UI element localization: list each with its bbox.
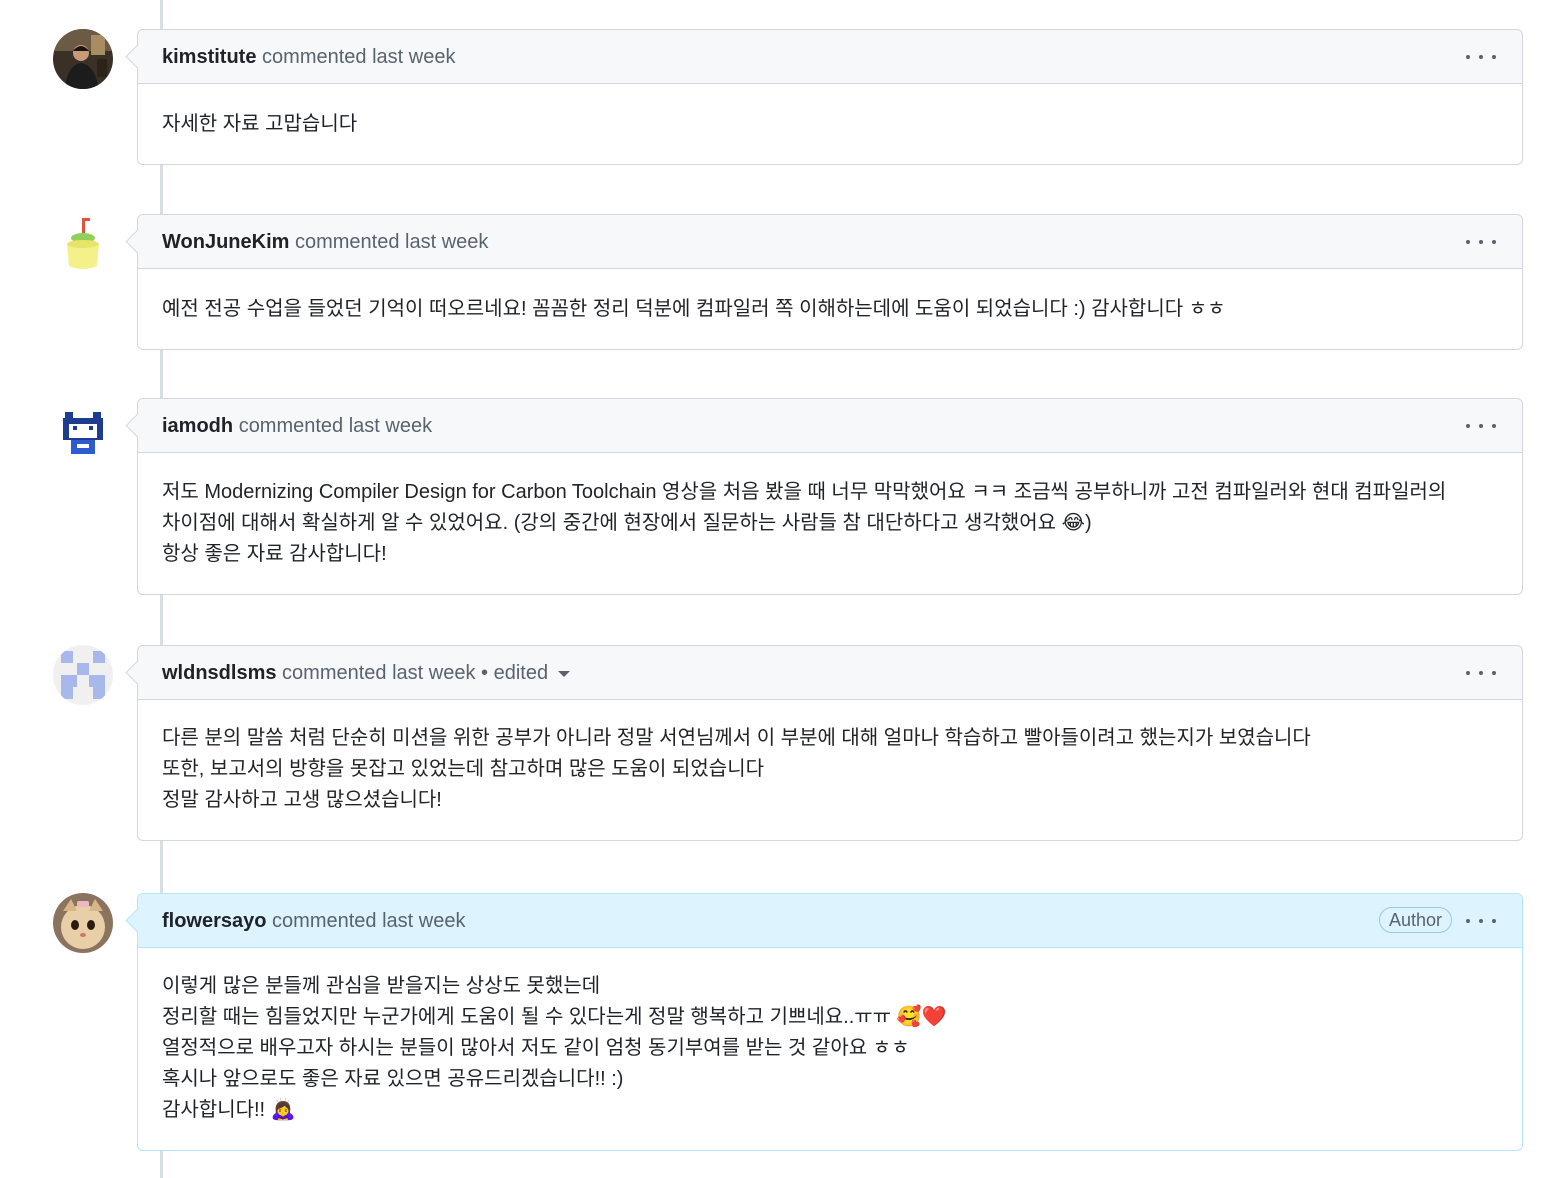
comment-header: iamodh commented last week xyxy=(125,399,1522,453)
comment-text-line: 다른 분의 말씀 처럼 단순히 미션을 위한 공부가 아니라 정말 서연님께서 … xyxy=(162,727,1311,749)
comment-header-text: flowersayo commented last week xyxy=(162,894,465,948)
comment-text-line: 차이점에 대해서 확실하게 알 수 있었어요. (강의 중간에 현장에서 질문하… xyxy=(162,512,1092,534)
comment-pointer xyxy=(125,660,150,685)
comment-text-line: 항상 좋은 자료 감사합니다! xyxy=(162,543,387,565)
chevron-down-icon[interactable] xyxy=(558,670,571,677)
comment-timestamp[interactable]: commented last week xyxy=(295,231,488,253)
comment-text-line: 자세한 자료 고맙습니다 xyxy=(162,113,358,135)
cat-photo-avatar-icon[interactable] xyxy=(53,893,113,953)
more-options-icon[interactable] xyxy=(1466,413,1496,439)
comment-body: 자세한 자료 고맙습니다 xyxy=(138,84,1522,164)
comment-body: 예전 전공 수업을 들었던 기억이 떠오르네요! 꼼꼼한 정리 덕분에 컴파일러… xyxy=(138,269,1522,349)
comment-header-text: wldnsdlsms commented last week • edited xyxy=(162,646,571,700)
comment-header: flowersayo commented last week Author xyxy=(125,894,1522,948)
edited-dropdown[interactable]: • edited xyxy=(481,662,548,684)
pixel-cat-avatar-icon[interactable] xyxy=(53,398,113,458)
comment-text-line: 예전 전공 수업을 들었던 기억이 떠오르네요! 꼼꼼한 정리 덕분에 컴파일러… xyxy=(162,298,1226,320)
comment-pointer xyxy=(125,44,150,69)
comment-timeline: kimstitute commented last week 자세한 자료 고맙… xyxy=(0,0,1546,1178)
melon-drink-avatar-icon[interactable] xyxy=(53,214,113,274)
comment-box: flowersayo commented last week Author 이렇… xyxy=(125,893,1523,1151)
comment-box: WonJuneKim commented last week 예전 전공 수업을… xyxy=(125,214,1523,350)
comment-box: iamodh commented last week 저도 Modernizin… xyxy=(125,398,1523,595)
more-options-icon[interactable] xyxy=(1466,44,1496,70)
comment-text-line: 저도 Modernizing Compiler Design for Carbo… xyxy=(162,481,1447,503)
comment-header-text: WonJuneKim commented last week xyxy=(162,215,488,269)
author-link[interactable]: iamodh xyxy=(162,415,233,437)
comment-text-line: 또한, 보고서의 방향을 못잡고 있었는데 참고하며 많은 도움이 되었습니다 xyxy=(162,758,765,780)
author-link[interactable]: WonJuneKim xyxy=(162,231,289,253)
comment-header: WonJuneKim commented last week xyxy=(125,215,1522,269)
author-badge: Author xyxy=(1378,907,1452,933)
comment-box: wldnsdlsms commented last week • edited … xyxy=(125,645,1523,841)
comment-pointer xyxy=(125,908,150,933)
more-options-icon[interactable] xyxy=(1466,660,1496,686)
comment-timestamp[interactable]: commented last week xyxy=(239,415,432,437)
comment-pointer xyxy=(125,413,150,438)
comment-body: 이렇게 많은 분들께 관심을 받을지는 상상도 못했는데 정리할 때는 힘들었지… xyxy=(138,948,1522,1150)
more-options-icon[interactable] xyxy=(1466,908,1496,934)
comment-header: kimstitute commented last week xyxy=(125,30,1522,84)
comment-text-line: 정말 감사하고 고생 많으셨습니다! xyxy=(162,789,442,811)
author-link[interactable]: wldnsdlsms xyxy=(162,662,276,684)
comment-text-line: 감사합니다!! 🙇‍♀️ xyxy=(162,1099,296,1121)
comment-text-line: 혹시나 앞으로도 좋은 자료 있으면 공유드리겠습니다!! :) xyxy=(162,1068,624,1090)
author-link[interactable]: kimstitute xyxy=(162,46,256,68)
comment-text-line: 열정적으로 배우고자 하시는 분들이 많아서 저도 같이 엄청 동기부여를 받는… xyxy=(162,1037,910,1059)
comment-header-text: iamodh commented last week xyxy=(162,399,432,453)
comment-header: wldnsdlsms commented last week • edited xyxy=(125,646,1522,700)
photo-avatar-person-icon[interactable] xyxy=(53,29,113,89)
comment-body: 다른 분의 말씀 처럼 단순히 미션을 위한 공부가 아니라 정말 서연님께서 … xyxy=(138,700,1522,840)
comment-timestamp[interactable]: commented last week xyxy=(282,662,475,684)
comment-box: kimstitute commented last week 자세한 자료 고맙… xyxy=(125,29,1523,165)
comment-pointer xyxy=(125,229,150,254)
comment-body: 저도 Modernizing Compiler Design for Carbo… xyxy=(138,453,1522,594)
comment-header-text: kimstitute commented last week xyxy=(162,30,455,84)
identicon-avatar-icon[interactable] xyxy=(53,645,113,705)
comment-timestamp[interactable]: commented last week xyxy=(262,46,455,68)
comment-text-line: 이렇게 많은 분들께 관심을 받을지는 상상도 못했는데 xyxy=(162,975,601,997)
comment-timestamp[interactable]: commented last week xyxy=(272,910,465,932)
comment-text-line: 정리할 때는 힘들었지만 누군가에게 도움이 될 수 있다는게 정말 행복하고 … xyxy=(162,1006,947,1028)
more-options-icon[interactable] xyxy=(1466,229,1496,255)
author-link[interactable]: flowersayo xyxy=(162,910,266,932)
